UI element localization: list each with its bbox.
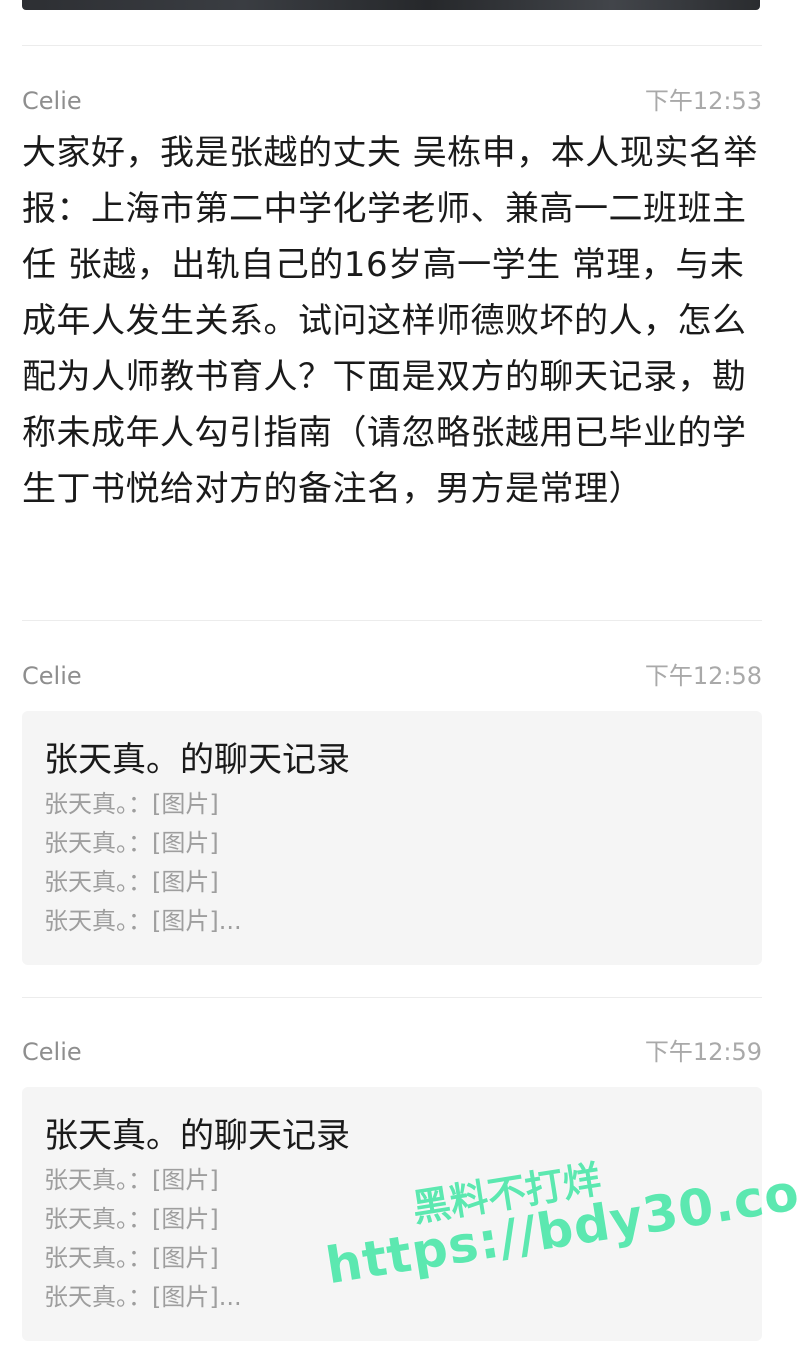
sender-name: Celie	[22, 87, 82, 115]
previous-message-image[interactable]	[22, 0, 760, 10]
chat-record-title: 张天真。的聊天记录	[44, 740, 350, 780]
message-chat-record: Celie 下午12:58 张天真。的聊天记录 张天真。：[图片] 张天真。：[…	[22, 658, 762, 965]
message-time: 下午12:59	[644, 1038, 762, 1066]
chat-record-line: 张天真。：[图片]...	[44, 907, 242, 935]
chat-record-title: 张天真。的聊天记录	[44, 1116, 350, 1156]
chat-record-line: 张天真。：[图片]	[44, 868, 219, 896]
divider	[22, 620, 762, 621]
divider	[22, 45, 762, 46]
chat-record-card[interactable]: 张天真。的聊天记录 张天真。：[图片] 张天真。：[图片] 张天真。：[图片] …	[22, 711, 762, 965]
message-body: 大家好，我是张越的丈夫 吴栋申，本人现实名举报：上海市第二中学化学老师、兼高一二…	[22, 133, 758, 509]
message-time: 下午12:53	[644, 87, 762, 115]
chat-record-line: 张天真。：[图片]	[44, 790, 219, 818]
sender-name: Celie	[22, 662, 82, 690]
message-text[interactable]: Celie 下午12:53 大家好，我是张越的丈夫 吴栋申，本人现实名举报：上海…	[22, 83, 762, 517]
message-header: Celie 下午12:59	[22, 1034, 762, 1070]
message-header: Celie 下午12:53	[22, 83, 762, 119]
chat-record-line: 张天真。：[图片]	[44, 829, 219, 857]
sender-name: Celie	[22, 1038, 82, 1066]
divider	[22, 997, 762, 998]
message-header: Celie 下午12:58	[22, 658, 762, 694]
message-time: 下午12:58	[644, 662, 762, 690]
